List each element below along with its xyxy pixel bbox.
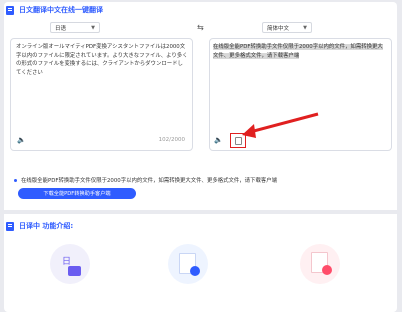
bullet-icon — [14, 179, 17, 182]
translated-text: 在线版全能PDF转换助手文件仅限于2000字以内的文件，如需转换更大文件、更多格… — [213, 43, 388, 60]
badge-icon — [190, 266, 200, 276]
document-icon — [6, 5, 14, 15]
limit-notice-text: 在线版全能PDF转换助手文件仅限于2000字以内的文件，如需转换更大文件、更多格… — [21, 178, 278, 184]
translated-text-highlight: 在线版全能PDF转换助手文件仅限于2000字以内的文件，如需转换更大文件、更多格… — [213, 44, 383, 59]
chevron-down-icon: ▼ — [91, 25, 95, 31]
chevron-down-icon: ▼ — [303, 25, 307, 31]
source-text-input[interactable]: オンライン版オールマイティPDF変換アシスタントファイルは2000文字以内のファ… — [16, 43, 188, 77]
limit-notice: 在线版全能PDF转换助手文件仅限于2000字以内的文件，如需转换更大文件、更多格… — [14, 176, 277, 184]
swap-languages-icon[interactable]: ⇆ — [197, 23, 204, 32]
source-language-select[interactable]: 日语 ▼ — [50, 22, 100, 33]
download-client-button[interactable]: 下载全能PDF转换助手客户端 — [18, 188, 136, 199]
character-counter: 102/2000 — [158, 137, 185, 143]
speaker-icon[interactable]: 🔈 — [17, 136, 26, 144]
source-text-panel[interactable]: オンライン版オールマイティPDF変換アシスタントファイルは2000文字以内のファ… — [10, 38, 193, 151]
speaker-icon[interactable]: 🔈 — [214, 136, 223, 144]
target-language-value: 简体中文 — [267, 25, 290, 32]
page-title: 日文翻译中文在线一键翻译 — [19, 6, 103, 14]
page-header: 日文翻译中文在线一键翻译 — [6, 4, 103, 16]
badge-icon — [322, 265, 332, 275]
annotation-arrow — [242, 112, 319, 138]
intro-header: 日译中 功能介绍: — [6, 221, 73, 231]
section-divider — [4, 210, 397, 214]
chat-bubble-icon — [68, 266, 81, 276]
format-feature-icon — [300, 244, 340, 284]
intro-title: 日译中 功能介绍: — [19, 222, 74, 230]
document-icon — [6, 221, 14, 231]
source-language-value: 日语 — [55, 25, 67, 32]
translate-feature-icon: 日 — [50, 244, 90, 284]
target-language-select[interactable]: 简体中文 ▼ — [262, 22, 312, 33]
document-feature-icon — [168, 244, 208, 284]
